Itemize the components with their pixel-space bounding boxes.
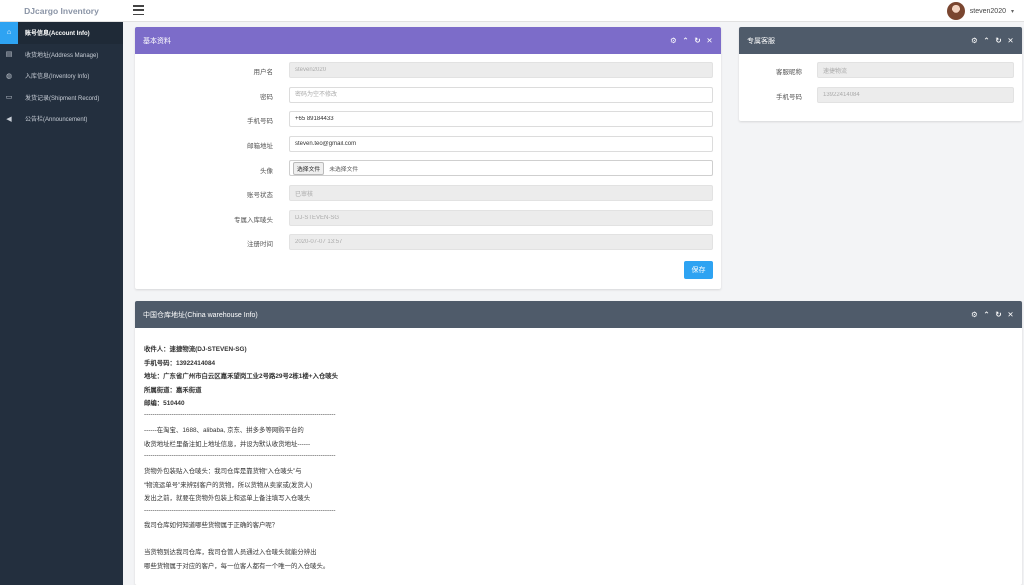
info-line: 发出之前，就要在货物外包装上和运单上备注填写入仓唛头: [144, 495, 311, 502]
save-button[interactable]: 保存: [684, 261, 713, 279]
menu-toggle-icon[interactable]: [133, 5, 144, 15]
username[interactable]: steven2020: [970, 8, 1006, 15]
phone-label: 手机号码: [247, 118, 273, 125]
panel-title: 基本资料: [143, 37, 171, 45]
panel-title: 专属客服: [747, 37, 775, 45]
sidebar-item-label: 发货记录(Shipment Record): [25, 95, 100, 102]
password-field[interactable]: [289, 87, 713, 103]
info-line: 收货地址栏里备注如上地址信息，并设为默认收货地址------: [144, 440, 311, 448]
close-icon[interactable]: ✕: [706, 36, 713, 45]
sidebar-item-label: 公告栏(Announcement): [25, 117, 88, 124]
panel-title: 中国仓库地址(China warehouse Info): [143, 311, 258, 319]
account-status-field[interactable]: [289, 185, 713, 201]
info-line: ------在淘宝、1688、alibaba, 京东、拼多多等网购平台的: [144, 427, 304, 434]
service-phone-field[interactable]: [817, 87, 1014, 103]
sidebar-item-account-info[interactable]: ⌂ 账号信息(Account Info): [0, 22, 123, 44]
email-field[interactable]: [289, 136, 713, 152]
username-label: 用户名: [253, 69, 274, 76]
app-brand[interactable]: DJcargo Inventory: [0, 0, 123, 22]
service-nickname-label: 客服昵称: [776, 69, 802, 76]
close-icon[interactable]: ✕: [1007, 36, 1014, 45]
info-line: 我司仓库如何知道哪些货物属于正确的客户呢？: [144, 522, 279, 529]
collapse-icon[interactable]: ⌃: [983, 36, 990, 45]
divider-line: ----------------------------------------…: [144, 452, 336, 459]
postcode-line: 邮编：510440: [144, 400, 185, 407]
user-menu[interactable]: steven2020 ▾: [946, 2, 1014, 20]
close-icon[interactable]: ✕: [1007, 310, 1014, 319]
refresh-icon[interactable]: ↻: [995, 310, 1002, 319]
panel-tools: ⚙ ⌃ ↻ ✕: [971, 310, 1014, 319]
warehouse-code-field[interactable]: [289, 210, 713, 226]
sidebar-item-label: 入库信息(Inventory Info): [25, 74, 90, 81]
customer-service-panel: 专属客服 ⚙ ⌃ ↻ ✕ 客服昵称 手机号码: [739, 27, 1022, 121]
sidebar-item-announcement[interactable]: ◀ 公告栏(Announcement): [0, 108, 123, 130]
phone-line: 手机号码：13922414084: [144, 359, 216, 367]
refresh-icon[interactable]: ↻: [995, 36, 1002, 45]
globe-icon: ◍: [5, 72, 13, 80]
gear-icon[interactable]: ⚙: [670, 36, 677, 45]
street-line: 所属街道：嘉禾街道: [144, 386, 202, 394]
divider-line: ----------------------------------------…: [144, 411, 336, 418]
info-line: 哪些货物属于对应的客户，每一位客人都有一个唯一的入仓唛头。: [144, 562, 330, 570]
collapse-icon[interactable]: ⌃: [682, 36, 689, 45]
info-line: “物流运单号”来辨别客户的货物，所以货物从卖家或(发货人): [144, 481, 313, 489]
password-label: 密码: [260, 94, 273, 101]
panel-tools: ⚙ ⌃ ↻ ✕: [670, 36, 713, 45]
collapse-icon[interactable]: ⌃: [983, 310, 990, 319]
panel-tools: ⚙ ⌃ ↻ ✕: [971, 36, 1014, 45]
panel-header: 专属客服 ⚙ ⌃ ↻ ✕: [739, 27, 1022, 54]
service-nickname-field[interactable]: [817, 62, 1014, 78]
phone-field[interactable]: [289, 111, 713, 127]
register-time-label: 注册时间: [247, 241, 273, 248]
sidebar-item-address-manage[interactable]: ▤ 收货地址(Address Manage): [0, 44, 123, 66]
recipient-line: 收件人：速捷物流(DJ-STEVEN-SG): [144, 346, 247, 353]
address-card-icon: ▤: [5, 51, 13, 59]
username-field[interactable]: [289, 62, 713, 78]
status-label: 账号状态: [247, 192, 273, 199]
warehouse-code-label: 专属入库唛头: [234, 217, 273, 224]
home-icon: ⌂: [0, 22, 18, 44]
panel-header: 基本资料 ⚙ ⌃ ↻ ✕: [135, 27, 721, 54]
basic-info-panel: 基本资料 ⚙ ⌃ ↻ ✕ 用户名 密码 手机号码 邮箱地址 头像 选择文件 未选…: [135, 27, 721, 289]
sidebar-item-label: 账号信息(Account Info): [25, 31, 90, 38]
sidebar-item-shipment-record[interactable]: ▭ 发货记录(Shipment Record): [0, 87, 123, 109]
divider-line: ----------------------------------------…: [144, 506, 336, 514]
gear-icon[interactable]: ⚙: [971, 36, 978, 45]
gear-icon[interactable]: ⚙: [971, 310, 978, 319]
sidebar-item-inventory-info[interactable]: ◍ 入库信息(Inventory Info): [0, 65, 123, 87]
info-line: 当货物到达我司仓库，我司仓管人员通过入仓唛头就能分辨出: [144, 549, 317, 556]
monitor-icon: ▭: [5, 94, 13, 102]
chevron-down-icon[interactable]: ▾: [1011, 8, 1014, 15]
avatar-label: 头像: [260, 168, 273, 175]
top-bar: DJcargo Inventory steven2020 ▾: [0, 0, 1024, 22]
sidebar: ⌂ 账号信息(Account Info) ▤ 收货地址(Address Mana…: [0, 22, 123, 585]
email-label: 邮箱地址: [247, 143, 273, 150]
service-phone-label: 手机号码: [776, 94, 802, 101]
china-warehouse-panel: 中国仓库地址(China warehouse Info) ⚙ ⌃ ↻ ✕ 收件人…: [135, 301, 1022, 585]
sidebar-item-label: 收货地址(Address Manage): [25, 52, 99, 59]
megaphone-icon: ◀: [6, 115, 12, 123]
refresh-icon[interactable]: ↻: [694, 36, 701, 45]
file-status: 未选择文件: [329, 166, 359, 173]
register-time-field[interactable]: [289, 234, 713, 250]
panel-header: 中国仓库地址(China warehouse Info) ⚙ ⌃ ↻ ✕: [135, 301, 1022, 328]
choose-file-button[interactable]: 选择文件: [293, 161, 325, 175]
avatar-file-input[interactable]: 选择文件 未选择文件: [289, 160, 713, 176]
address-line: 地址：广东省广州市白云区嘉禾望岗工业2号路29号2栋1楼+入仓唛头: [144, 373, 339, 380]
avatar[interactable]: [946, 2, 965, 20]
info-line: 货物外包装贴入仓唛头：我司仓库是靠货物“入仓唛头”与: [144, 468, 302, 475]
